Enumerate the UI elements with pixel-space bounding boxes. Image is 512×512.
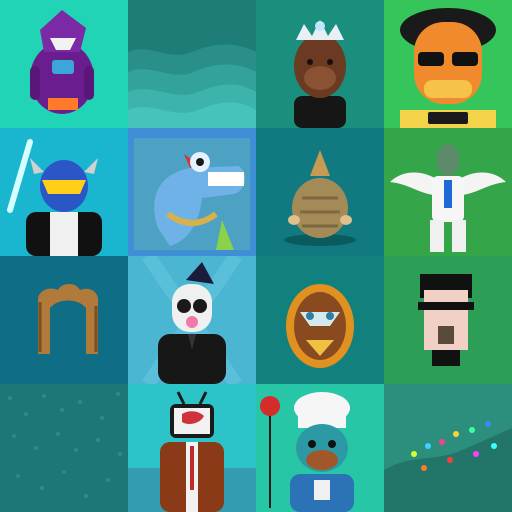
colorful-particles-icon <box>384 384 512 512</box>
ornate-mask-medallion-icon <box>256 256 384 384</box>
grid-tile-13[interactable] <box>0 384 128 512</box>
grid-tile-6[interactable] <box>128 128 256 256</box>
winged-white-suit-man-icon <box>384 128 512 256</box>
purple-shark-monster-icon <box>0 0 128 128</box>
orange-cartoon-face-icon <box>384 0 512 128</box>
grid-tile-5[interactable] <box>0 128 128 256</box>
grid-tile-14[interactable] <box>128 384 256 512</box>
skull-wizard-suit-icon <box>128 256 256 384</box>
dinosaur-with-chain-icon <box>128 128 256 256</box>
armadillo-creature-icon <box>256 128 384 256</box>
grid-tile-10[interactable] <box>128 256 256 384</box>
grid-tile-7[interactable] <box>256 128 384 256</box>
tv-head-businessman-icon <box>128 384 256 512</box>
bronze-arch-gate-icon <box>0 256 128 384</box>
pixel-sunglasses-man-icon <box>384 256 512 384</box>
teal-texture-icon <box>0 384 128 512</box>
teal-waves-icon <box>128 0 256 128</box>
grid-tile-16[interactable] <box>384 384 512 512</box>
grid-tile-3[interactable] <box>256 0 384 128</box>
grid-tile-8[interactable] <box>384 128 512 256</box>
grid-tile-12[interactable] <box>384 256 512 384</box>
nft-image-grid <box>0 0 512 512</box>
grid-tile-4[interactable] <box>384 0 512 128</box>
grid-tile-11[interactable] <box>256 256 384 384</box>
grid-tile-2[interactable] <box>128 0 256 128</box>
ape-with-crown-icon <box>256 0 384 128</box>
chef-dog-balloon-icon <box>256 384 384 512</box>
blue-robot-samurai-icon <box>0 128 128 256</box>
grid-tile-9[interactable] <box>0 256 128 384</box>
grid-tile-15[interactable] <box>256 384 384 512</box>
grid-tile-1[interactable] <box>0 0 128 128</box>
